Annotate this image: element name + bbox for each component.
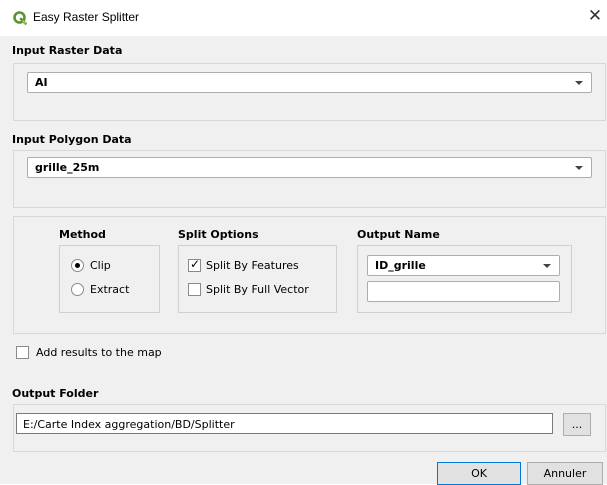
output-folder-input[interactable]: E:/Carte Index aggregation/BD/Splitter <box>16 413 553 434</box>
output-folder-label: Output Folder <box>12 387 99 400</box>
input-raster-combo[interactable]: AI <box>27 72 592 93</box>
ok-button[interactable]: OK <box>437 462 521 485</box>
extract-label: Extract <box>90 283 130 296</box>
split-options-group <box>178 245 337 313</box>
output-name-value: ID_grille <box>375 259 426 272</box>
method-group <box>59 245 160 313</box>
extract-radio[interactable] <box>71 283 84 296</box>
clip-label: Clip <box>90 259 111 272</box>
add-results-checkbox[interactable] <box>16 346 29 359</box>
split-by-features-label: Split By Features <box>206 259 299 272</box>
window-title: Easy Raster Splitter <box>33 10 140 24</box>
output-name-label: Output Name <box>357 228 440 241</box>
clip-radio[interactable] <box>71 259 84 272</box>
chevron-down-icon <box>575 166 583 170</box>
split-by-full-vector-checkbox[interactable] <box>188 283 201 296</box>
title-bar: Easy Raster Splitter ✕ <box>0 0 607 36</box>
chevron-down-icon <box>543 264 551 268</box>
browse-button[interactable]: ... <box>563 413 591 436</box>
input-raster-value: AI <box>35 76 48 89</box>
input-polygon-label: Input Polygon Data <box>12 133 132 146</box>
split-options-label: Split Options <box>178 228 259 241</box>
qgis-icon <box>13 11 27 25</box>
chevron-down-icon <box>575 81 583 85</box>
method-label: Method <box>59 228 106 241</box>
add-results-label: Add results to the map <box>36 346 162 359</box>
split-by-full-vector-label: Split By Full Vector <box>206 283 309 296</box>
split-by-features-checkbox[interactable]: ✓ <box>188 257 201 272</box>
output-name-extra-field[interactable] <box>367 281 560 302</box>
output-name-combo[interactable]: ID_grille <box>367 255 560 276</box>
cancel-button[interactable]: Annuler <box>527 462 603 485</box>
input-raster-label: Input Raster Data <box>12 44 123 57</box>
output-folder-path: E:/Carte Index aggregation/BD/Splitter <box>23 418 235 431</box>
close-icon[interactable]: ✕ <box>586 7 604 25</box>
input-polygon-value: grille_25m <box>35 161 100 174</box>
input-polygon-combo[interactable]: grille_25m <box>27 157 592 178</box>
